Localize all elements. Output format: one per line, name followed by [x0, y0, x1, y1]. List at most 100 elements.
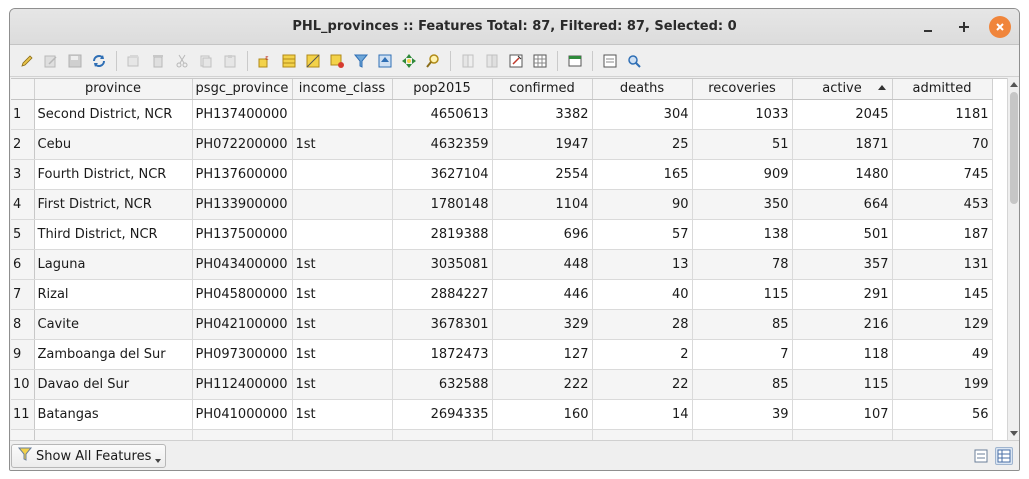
cell-recoveries[interactable]: 39 — [692, 399, 793, 430]
table-row[interactable]: 8 Cavite PH042100000 1st 3678301 329 28 85 216 12… — [11, 309, 993, 340]
column-header-active[interactable]: active — [792, 79, 893, 100]
column-header-admitted[interactable]: admitted — [892, 79, 993, 100]
cell-recoveries[interactable]: 1033 — [692, 99, 793, 130]
cell-income-class[interactable] — [292, 219, 393, 250]
cell-pop2015[interactable]: 1780148 — [392, 189, 493, 220]
show-all-features-button[interactable]: Show All Features — [11, 444, 166, 468]
row-number[interactable]: 11 — [11, 399, 35, 430]
cell-pop2015[interactable]: 2694335 — [392, 399, 493, 430]
cell-province[interactable]: Third District, NCR — [34, 219, 193, 250]
cell-admitted[interactable]: 453 — [892, 189, 993, 220]
cell-recoveries[interactable]: 138 — [692, 219, 793, 250]
conditional-formatting-icon[interactable] — [529, 50, 551, 72]
table-row[interactable]: 3 Fourth District, NCR PH137600000 3627104 2… — [11, 159, 993, 190]
cell-admitted[interactable]: 131 — [892, 249, 993, 280]
table-row[interactable]: 5 Third District, NCR PH137500000 2819388 69… — [11, 219, 993, 250]
cell-recoveries[interactable]: 115 — [692, 279, 793, 310]
cell-province[interactable]: Cavite — [34, 309, 193, 340]
cell-admitted[interactable]: 199 — [892, 369, 993, 400]
cell-psgc-province[interactable]: PH072200000 — [192, 129, 293, 160]
table-row[interactable]: 10 Davao del Sur PH112400000 1st 632588 222 22… — [11, 369, 993, 400]
filter-selected-icon[interactable] — [350, 50, 372, 72]
table-row[interactable]: 4 First District, NCR PH133900000 1780148 11… — [11, 189, 993, 220]
cell-psgc-province[interactable]: PH112400000 — [192, 369, 293, 400]
toggle-multi-edit-icon[interactable] — [40, 50, 62, 72]
row-number[interactable]: 4 — [11, 189, 35, 220]
cell-confirmed[interactable]: 222 — [492, 369, 593, 400]
cut-icon[interactable] — [171, 50, 193, 72]
row-number[interactable]: 1 — [11, 99, 35, 130]
cell-province[interactable]: Batangas — [34, 399, 193, 430]
cell-admitted[interactable]: 129 — [892, 309, 993, 340]
cell-deaths[interactable]: 2 — [592, 339, 693, 370]
cell-confirmed[interactable]: 446 — [492, 279, 593, 310]
cell-deaths[interactable]: 90 — [592, 189, 693, 220]
cell-deaths[interactable]: 22 — [592, 369, 693, 400]
cell-confirmed[interactable]: 160 — [492, 399, 593, 430]
reload-icon[interactable] — [88, 50, 110, 72]
cell-recoveries[interactable]: 78 — [692, 249, 793, 280]
form-view-icon[interactable] — [599, 50, 621, 72]
cell-active[interactable]: 2045 — [792, 99, 893, 130]
scroll-up-arrow-icon[interactable] — [1010, 82, 1018, 87]
cell-recoveries[interactable]: 85 — [692, 369, 793, 400]
row-number[interactable]: 6 — [11, 249, 35, 280]
row-number[interactable]: 10 — [11, 369, 35, 400]
cell-psgc-province[interactable]: PH133900000 — [192, 189, 293, 220]
select-by-expression-icon[interactable]: ε — [254, 50, 276, 72]
cell-income-class[interactable]: 1st — [292, 129, 393, 160]
cell-confirmed[interactable]: 3382 — [492, 99, 593, 130]
cell-province[interactable]: First District, NCR — [34, 189, 193, 220]
cell-confirmed[interactable]: 127 — [492, 339, 593, 370]
cell-recoveries[interactable]: 85 — [692, 309, 793, 340]
cell-pop2015[interactable]: 3678301 — [392, 309, 493, 340]
scroll-down-arrow-icon[interactable] — [1010, 431, 1018, 436]
cell-admitted[interactable]: 56 — [892, 399, 993, 430]
row-number-header[interactable] — [11, 79, 35, 100]
cell-psgc-province[interactable]: PH137600000 — [192, 159, 293, 190]
cell-pop2015[interactable]: 3035081 — [392, 249, 493, 280]
cell-deaths[interactable]: 25 — [592, 129, 693, 160]
select-all-icon[interactable] — [278, 50, 300, 72]
cell-province[interactable]: Rizal — [34, 279, 193, 310]
cell-active[interactable]: 1480 — [792, 159, 893, 190]
table-row[interactable]: 7 Rizal PH045800000 1st 2884227 446 40 115 291 14… — [11, 279, 993, 310]
cell-income-class[interactable]: 1st — [292, 399, 393, 430]
cell-active[interactable]: 115 — [792, 369, 893, 400]
cell-income-class[interactable]: 1st — [292, 249, 393, 280]
cell-income-class[interactable] — [292, 189, 393, 220]
column-header-confirmed[interactable]: confirmed — [492, 79, 593, 100]
cell-province[interactable]: Cebu — [34, 129, 193, 160]
cell-recoveries[interactable]: 7 — [692, 339, 793, 370]
cell-recoveries[interactable]: 350 — [692, 189, 793, 220]
cell-deaths[interactable]: 40 — [592, 279, 693, 310]
delete-feature-icon[interactable] — [147, 50, 169, 72]
close-icon[interactable] — [989, 16, 1011, 38]
cell-income-class[interactable] — [292, 159, 393, 190]
cell-confirmed[interactable]: 1947 — [492, 129, 593, 160]
table-row[interactable]: 2 Cebu PH072200000 1st 4632359 1947 25 51 1871 70 — [11, 129, 993, 160]
cell-active[interactable]: 1871 — [792, 129, 893, 160]
column-header-pop2015[interactable]: pop2015 — [392, 79, 493, 100]
cell-active[interactable]: 357 — [792, 249, 893, 280]
cell-deaths[interactable]: 165 — [592, 159, 693, 190]
pencil-icon[interactable] — [16, 50, 38, 72]
column-header-recoveries[interactable]: recoveries — [692, 79, 793, 100]
row-number[interactable]: 5 — [11, 219, 35, 250]
row-number[interactable]: 2 — [11, 129, 35, 160]
cell-province[interactable]: Fourth District, NCR — [34, 159, 193, 190]
cell-province[interactable]: Zamboanga del Sur — [34, 339, 193, 370]
scrollbar-thumb[interactable] — [1010, 92, 1018, 204]
row-number[interactable]: 9 — [11, 339, 35, 370]
row-number[interactable]: 3 — [11, 159, 35, 190]
cell-recoveries[interactable]: 909 — [692, 159, 793, 190]
maximize-icon[interactable] — [953, 16, 975, 38]
cell-active[interactable]: 291 — [792, 279, 893, 310]
cell-psgc-province[interactable]: PH137500000 — [192, 219, 293, 250]
paste-icon[interactable] — [219, 50, 241, 72]
column-header-psgc-province[interactable]: psgc_province — [192, 79, 293, 100]
cell-deaths[interactable]: 28 — [592, 309, 693, 340]
cell-income-class[interactable]: 1st — [292, 339, 393, 370]
cell-income-class[interactable]: 1st — [292, 369, 393, 400]
cell-admitted[interactable]: 49 — [892, 339, 993, 370]
